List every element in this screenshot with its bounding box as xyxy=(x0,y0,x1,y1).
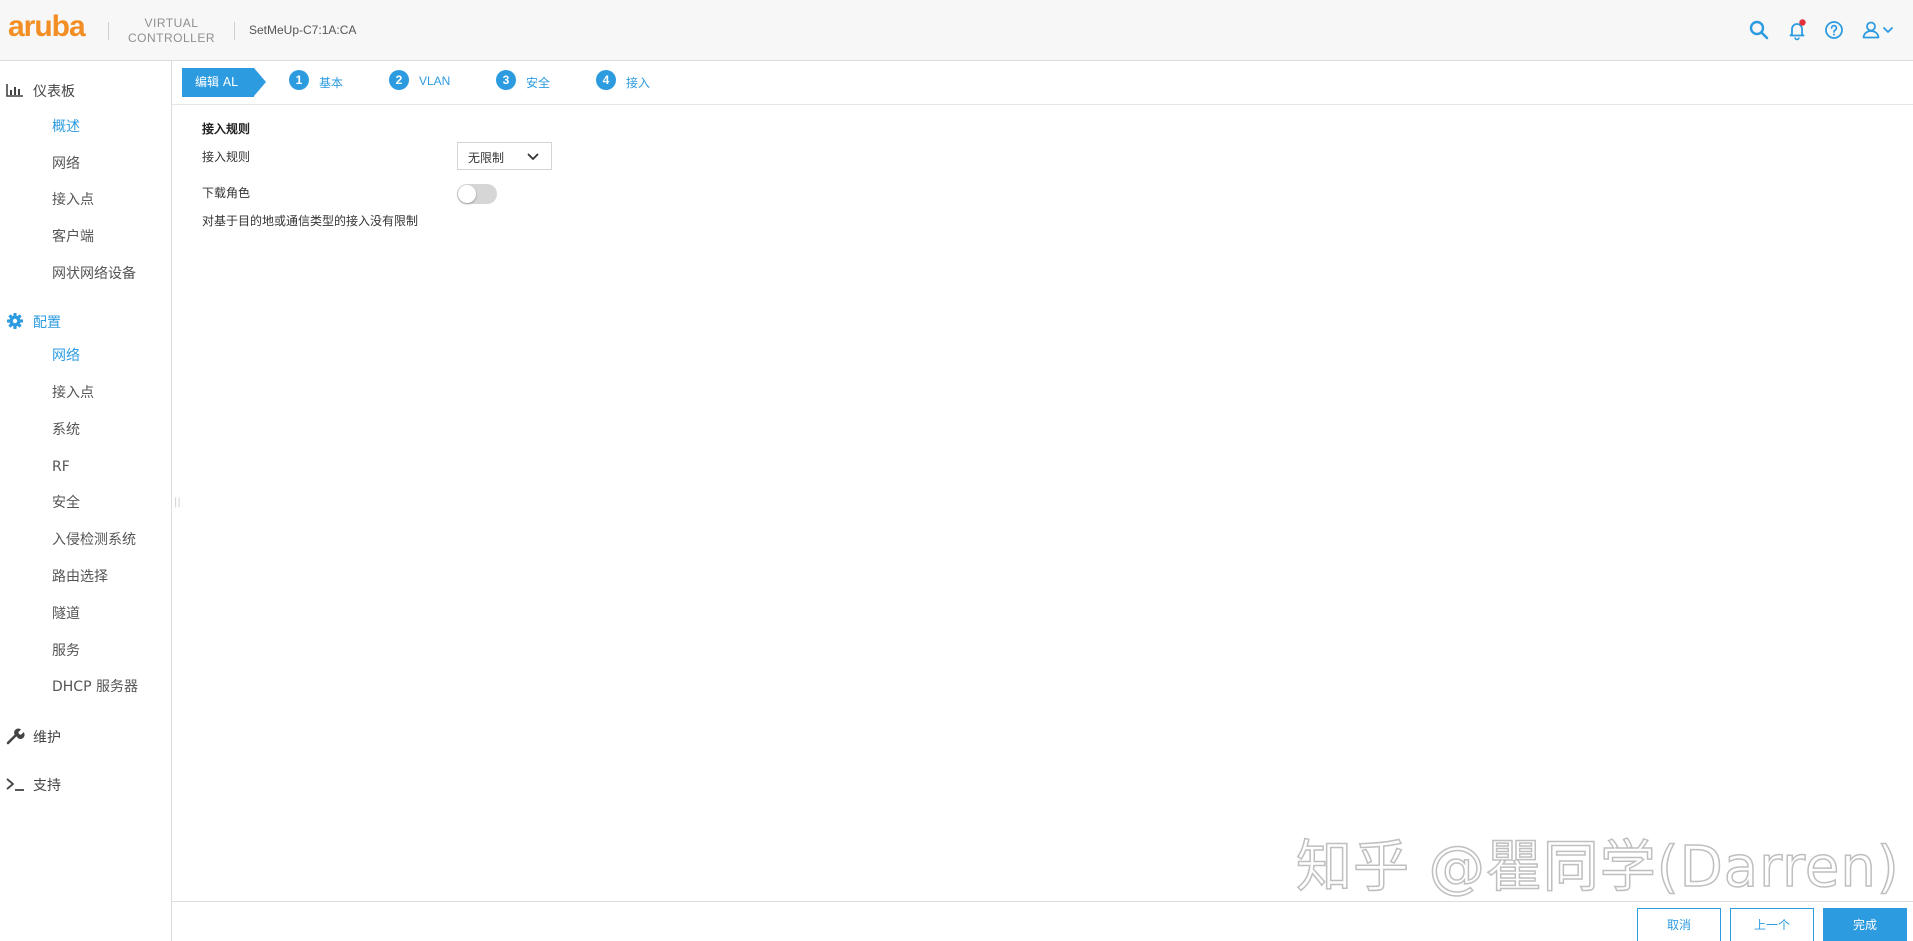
bar-chart-icon xyxy=(5,81,25,99)
wizard-footer: 取消 上一个 完成 xyxy=(172,901,1913,941)
download-role-toggle[interactable] xyxy=(457,184,497,204)
product-name: VIRTUAL CONTROLLER xyxy=(128,16,215,46)
previous-button[interactable]: 上一个 xyxy=(1730,908,1814,941)
step-label: 接入 xyxy=(626,76,651,90)
sidebar-item-mesh-devices[interactable]: 网状网络设备 xyxy=(52,263,136,285)
sidebar-item-tunneling[interactable]: 隧道 xyxy=(52,603,80,625)
section-title: 接入规则 xyxy=(202,122,251,136)
access-rule-description: 对基于目的地或通信类型的接入没有限制 xyxy=(202,214,419,228)
sidebar-item-system[interactable]: 系统 xyxy=(52,419,80,441)
sidebar-section-label: 配置 xyxy=(33,315,61,331)
access-rule-label: 接入规则 xyxy=(202,150,251,164)
sidebar-item-security[interactable]: 安全 xyxy=(52,492,80,514)
sidebar-item-clients[interactable]: 客户端 xyxy=(52,226,94,248)
sidebar-item-rf[interactable]: RF xyxy=(52,456,70,478)
sidebar-item-services[interactable]: 服务 xyxy=(52,640,80,662)
header-divider xyxy=(234,22,235,40)
sidebar-item-networks[interactable]: 网络 xyxy=(52,153,80,175)
watermark: 知乎 @瞿同学(Darren) xyxy=(1295,834,1900,901)
product-name-line1: VIRTUAL xyxy=(144,16,199,30)
sidebar-section-maintenance[interactable]: 维护 xyxy=(0,721,171,751)
breadcrumb-arrow xyxy=(254,68,266,96)
step-label: VLAN xyxy=(419,74,451,88)
device-name: SetMeUp-C7:1A:CA xyxy=(249,23,357,37)
access-rule-value: 无限制 xyxy=(468,151,505,165)
user-icon xyxy=(1862,21,1893,39)
step-label: 基本 xyxy=(319,76,344,90)
terminal-icon xyxy=(5,775,25,793)
wizard-breadcrumb: 编辑 AL xyxy=(182,68,254,97)
sidebar-section-label: 支持 xyxy=(33,778,61,794)
sidebar-item-routing[interactable]: 路由选择 xyxy=(52,566,108,588)
sidebar-section-label: 仪表板 xyxy=(33,84,75,100)
sidebar-section-configuration[interactable]: 配置 xyxy=(0,306,171,336)
sidebar-item-overview[interactable]: 概述 xyxy=(52,116,80,138)
sidebar-section-label: 维护 xyxy=(33,730,61,746)
wrench-icon xyxy=(5,727,25,745)
gear-icon xyxy=(5,312,25,330)
sidebar-item-config-access-points[interactable]: 接入点 xyxy=(52,382,94,404)
sidebar-item-dhcp-server[interactable]: DHCP 服务器 xyxy=(52,676,138,698)
chevron-down-icon xyxy=(527,153,539,160)
cancel-button[interactable]: 取消 xyxy=(1637,908,1721,941)
search-icon[interactable] xyxy=(1747,18,1771,42)
download-role-label: 下载角色 xyxy=(202,186,251,200)
sidebar-item-access-points[interactable]: 接入点 xyxy=(52,189,94,211)
step-number: 3 xyxy=(496,70,516,90)
product-name-line2: CONTROLLER xyxy=(128,31,216,45)
step-number: 1 xyxy=(289,70,309,90)
finish-button[interactable]: 完成 xyxy=(1823,908,1907,941)
step-label: 安全 xyxy=(526,76,551,90)
wizard-bar: 编辑 AL 1 基本 2 VLAN 3 安全 4 接入 xyxy=(172,61,1913,105)
bell-icon[interactable] xyxy=(1785,18,1809,42)
sidebar-item-ids[interactable]: 入侵检测系统 xyxy=(52,529,136,551)
main-content: 接入规则 接入规则 无限制 下载角色 对基于目的地或通信类型的接入没有限制 xyxy=(172,106,1913,901)
user-menu[interactable] xyxy=(1860,18,1896,42)
sidebar-item-config-networks[interactable]: 网络 xyxy=(52,345,80,367)
access-rule-select[interactable]: 无限制 xyxy=(457,142,552,170)
sidebar-section-support[interactable]: 支持 xyxy=(0,769,171,799)
top-header: aruba VIRTUAL CONTROLLER SetMeUp-C7:1A:C… xyxy=(0,0,1913,61)
header-divider xyxy=(108,22,109,40)
aruba-logo[interactable]: aruba xyxy=(8,10,86,44)
step-number: 2 xyxy=(389,70,409,90)
step-number: 4 xyxy=(596,70,616,90)
sidebar: 仪表板 概述 网络 接入点 客户端 网状网络设备 配置 网络 接入点 系统 RF… xyxy=(0,61,172,941)
toggle-knob xyxy=(458,185,476,203)
sidebar-section-dashboard[interactable]: 仪表板 xyxy=(0,75,171,105)
help-icon[interactable] xyxy=(1822,18,1846,42)
